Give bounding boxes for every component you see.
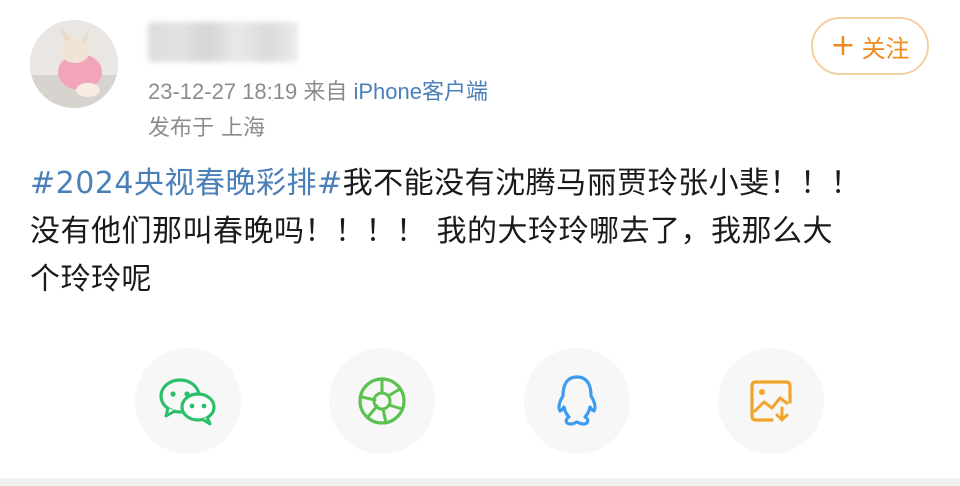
avatar[interactable] xyxy=(30,20,118,108)
username-blurred[interactable] xyxy=(148,22,298,62)
share-qq-button[interactable] xyxy=(524,348,630,454)
save-image-icon xyxy=(750,380,792,422)
wechat-icon xyxy=(159,378,216,426)
source-client-link[interactable]: iPhone客户端 xyxy=(354,79,489,104)
qq-icon xyxy=(557,375,597,426)
follow-button[interactable]: + 关注 xyxy=(811,17,929,75)
post-text: #2024央视春晚彩排#我不能没有沈腾马丽贾玲张小斐！！！ 没有他们那叫春晚吗！… xyxy=(30,160,925,304)
post-text-line-3: 个玲玲呢 xyxy=(30,262,152,297)
follow-label: 关注 xyxy=(861,34,910,63)
post-text-line-1: #2024央视春晚彩排#我不能没有沈腾马丽贾玲张小斐！！！ xyxy=(30,160,925,208)
bottom-divider xyxy=(0,478,960,486)
save-image-button[interactable] xyxy=(718,348,824,454)
plus-icon: + xyxy=(830,28,856,63)
post-text-line-2: 没有他们那叫春晚吗！！！！ 我的大玲玲哪去了，我那么大 xyxy=(30,214,834,249)
post-location: 发布于 上海 xyxy=(148,116,265,141)
post-timestamp: 23-12-27 18:19 xyxy=(148,79,298,104)
moments-icon xyxy=(358,377,406,425)
source-prefix: 来自 xyxy=(303,79,348,104)
share-moments-button[interactable] xyxy=(329,348,435,454)
post-meta: 23-12-27 18:19 来自 iPhone客户端 xyxy=(148,74,488,106)
share-wechat-button[interactable] xyxy=(135,348,241,454)
post-text-segment: 我不能没有沈腾马丽贾玲张小斐！！！ xyxy=(342,166,862,201)
hashtag-link[interactable]: #2024央视春晚彩排# xyxy=(30,166,343,201)
